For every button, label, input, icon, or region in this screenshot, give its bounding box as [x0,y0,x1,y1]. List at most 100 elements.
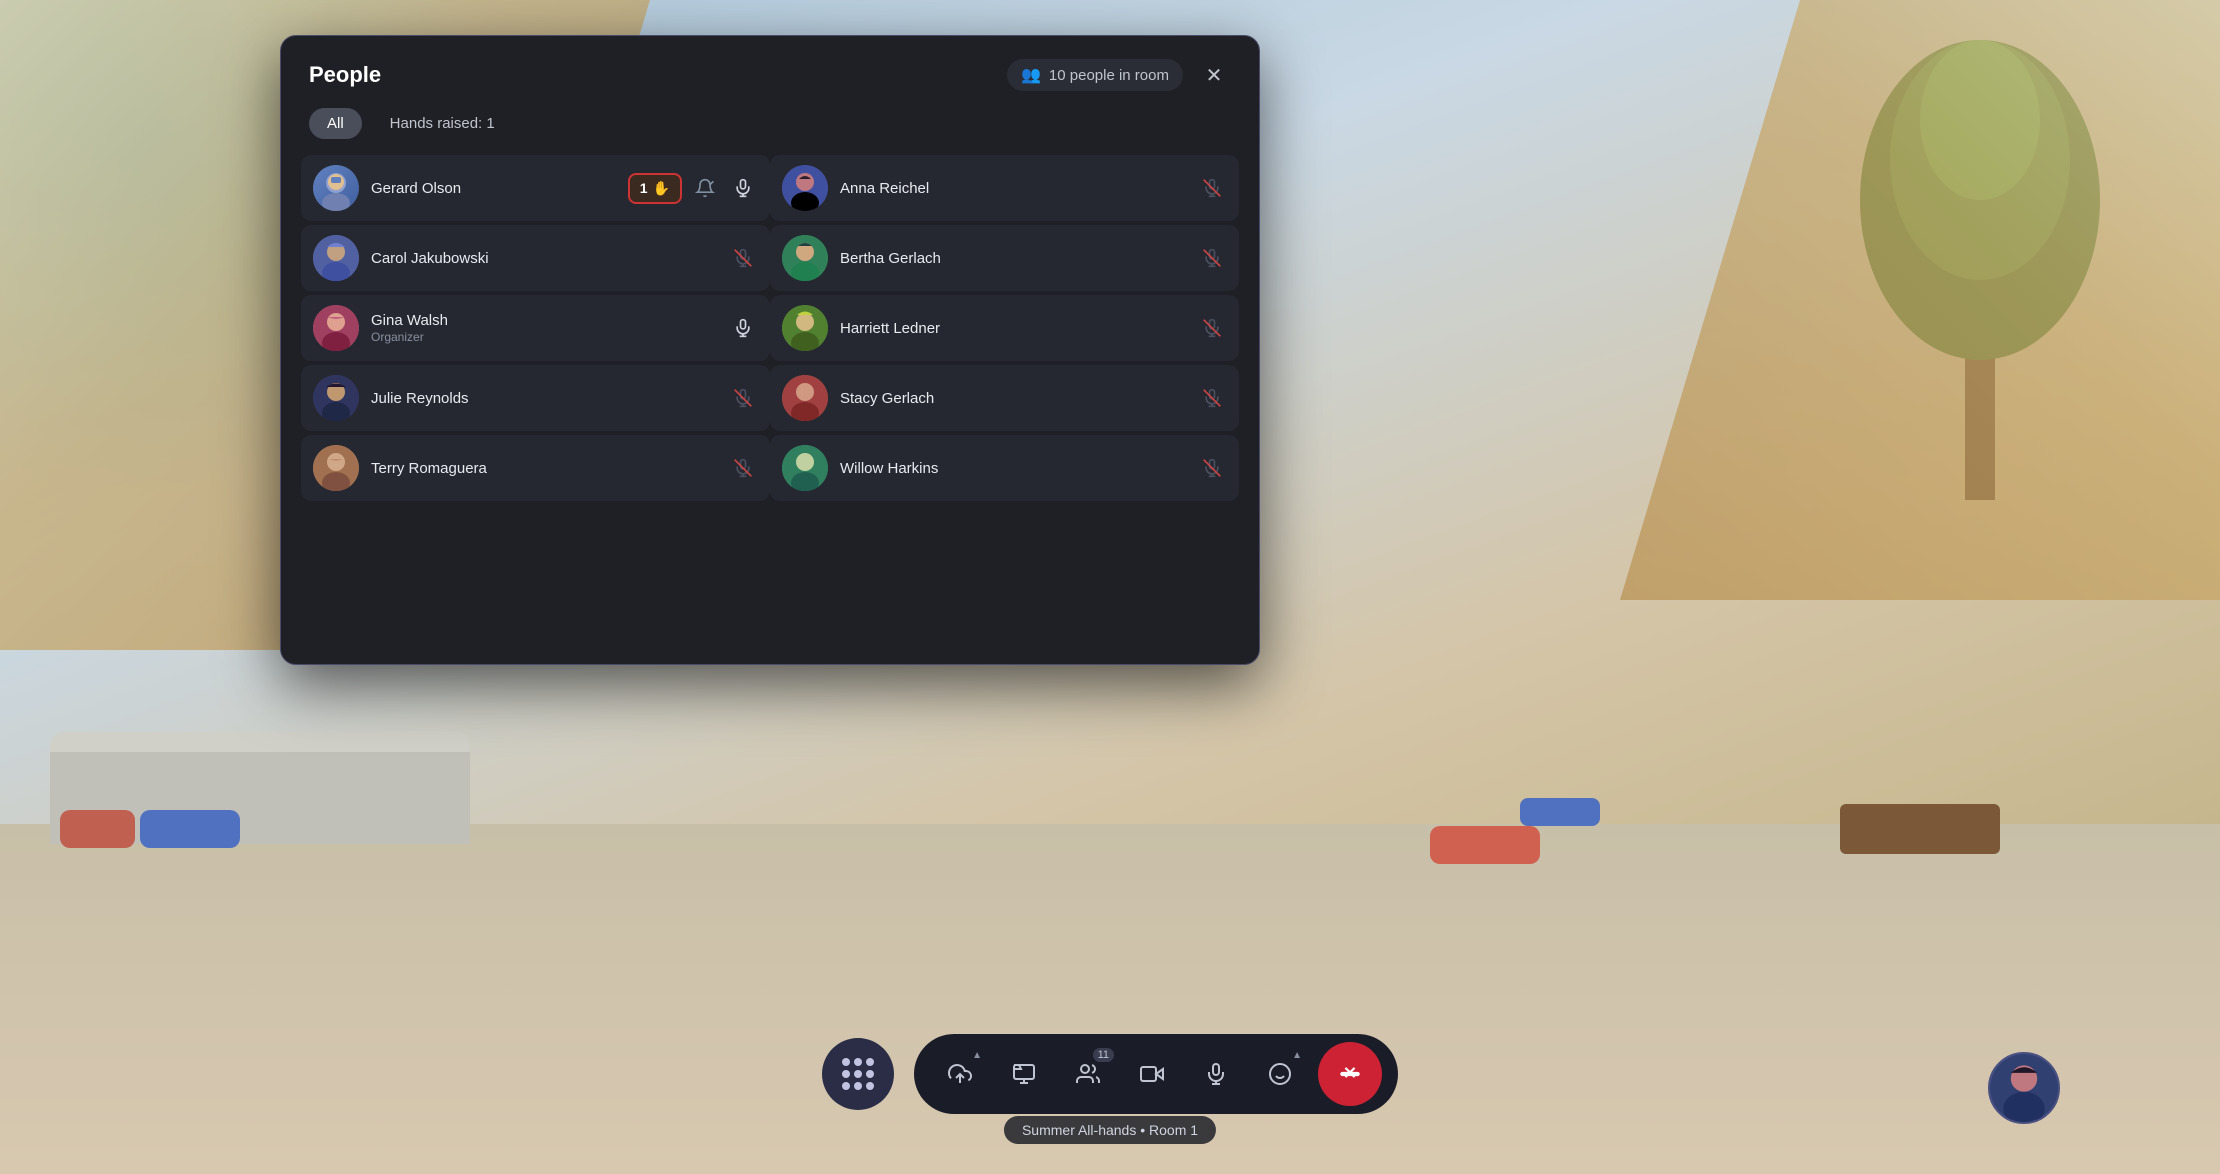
person-info-anna: Anna Reichel [840,180,1197,197]
person-info-gina: Gina Walsh Organizer [371,312,728,344]
person-name-terry: Terry Romaguera [371,460,728,477]
mic-icon-julie [728,383,758,413]
people-toolbar-icon [1076,1062,1100,1086]
bg-bench [1840,804,2000,854]
person-row-carol[interactable]: Carol Jakubowski [301,225,770,291]
bg-right-obj1 [1430,826,1540,864]
avatar-carol [313,235,359,281]
dialog-title: People [309,62,381,88]
mic-icon-gerard [728,173,758,203]
person-actions-stacy [1197,383,1227,413]
person-info-harriett: Harriett Ledner [840,320,1197,337]
mic-icon-stacy [1197,383,1227,413]
camera-icon [1140,1062,1164,1086]
reactions-up-chevron: ▲ [1292,1050,1302,1061]
avatar-willow [782,445,828,491]
mic-icon-willow [1197,453,1227,483]
mic-toolbar-button[interactable] [1186,1044,1246,1104]
room-label: Summer All-hands • Room 1 [1004,1116,1216,1144]
end-call-button[interactable] [1318,1042,1382,1106]
people-count-text: 10 people in room [1049,67,1169,84]
mic-icon-anna [1197,173,1227,203]
person-name-julie: Julie Reynolds [371,390,728,407]
person-info-bertha: Bertha Gerlach [840,250,1197,267]
emoji-icon [1268,1062,1292,1086]
bg-cushion-blue [140,810,240,848]
person-actions-gerard: 1 ✋ [628,173,758,204]
person-row-willow[interactable]: Willow Harkins [770,435,1239,501]
apps-button[interactable] [822,1038,894,1110]
person-row-anna[interactable]: Anna Reichel [770,155,1239,221]
avatar-julie [313,375,359,421]
person-actions-harriett [1197,313,1227,343]
people-button[interactable]: 11 [1058,1044,1118,1104]
share-up-chevron: ▲ [972,1050,982,1061]
bg-right-obj2 [1520,798,1600,826]
people-grid: Gerard Olson 1 ✋ [281,155,1259,505]
person-info-carol: Carol Jakubowski [371,250,728,267]
avatar-terry [313,445,359,491]
tabs-row: All Hands raised: 1 [281,108,1259,155]
content-button[interactable] [994,1044,1054,1104]
user-avatar[interactable] [1988,1052,2060,1124]
person-row-bertha[interactable]: Bertha Gerlach [770,225,1239,291]
person-name-stacy: Stacy Gerlach [840,390,1197,407]
content-icon [1012,1062,1036,1086]
share-button[interactable]: ▲ [930,1044,990,1104]
person-row-stacy[interactable]: Stacy Gerlach [770,365,1239,431]
person-name-harriett: Harriett Ledner [840,320,1197,337]
avatar-bertha [782,235,828,281]
reactions-button[interactable]: ▲ [1250,1044,1310,1104]
person-info-stacy: Stacy Gerlach [840,390,1197,407]
avatar-gina [313,305,359,351]
person-row-gina[interactable]: Gina Walsh Organizer [301,295,770,361]
mic-icon-terry [728,453,758,483]
person-actions-gina [728,313,758,343]
hand-raised-badge: 1 ✋ [628,173,682,204]
dialog-header-right: 👥 10 people in room ✕ [1007,58,1231,92]
person-info-gerard: Gerard Olson [371,180,628,197]
mic-toolbar-icon [1204,1062,1228,1086]
user-avatar-container [1988,1052,2060,1124]
room-info-text: Summer All-hands • Room 1 [1022,1122,1198,1138]
people-icon: 👥 [1021,65,1041,85]
person-actions-anna [1197,173,1227,203]
avatar-gerard [313,165,359,211]
bell-icon [690,173,720,203]
avatar-anna [782,165,828,211]
person-name-anna: Anna Reichel [840,180,1197,197]
bg-wall-right [1620,0,2220,600]
tab-hands-raised[interactable]: Hands raised: 1 [372,108,513,139]
mic-icon-gina [728,313,758,343]
person-name-carol: Carol Jakubowski [371,250,728,267]
person-name-willow: Willow Harkins [840,460,1197,477]
people-count-badge: 👥 10 people in room [1007,59,1183,91]
mic-icon-bertha [1197,243,1227,273]
person-actions-willow [1197,453,1227,483]
person-row-julie[interactable]: Julie Reynolds [301,365,770,431]
person-info-willow: Willow Harkins [840,460,1197,477]
close-button[interactable]: ✕ [1197,58,1231,92]
person-role-gina: Organizer [371,330,728,344]
hand-count: 1 [640,180,648,196]
mic-icon-harriett [1197,313,1227,343]
hand-emoji: ✋ [653,180,670,197]
tab-all[interactable]: All [309,108,362,139]
main-toolbar: ▲ 11 [914,1034,1398,1114]
avatar-harriett [782,305,828,351]
person-actions-julie [728,383,758,413]
person-name-gerard: Gerard Olson [371,180,628,197]
person-name-gina: Gina Walsh [371,312,728,329]
person-row-terry[interactable]: Terry Romaguera [301,435,770,501]
person-actions-carol [728,243,758,273]
people-dialog: People 👥 10 people in room ✕ All Hands r… [280,35,1260,665]
person-row-harriett[interactable]: Harriett Ledner [770,295,1239,361]
person-row-gerard[interactable]: Gerard Olson 1 ✋ [301,155,770,221]
camera-button[interactable] [1122,1044,1182,1104]
avatar-stacy [782,375,828,421]
mic-icon-carol [728,243,758,273]
dots-grid [842,1058,874,1090]
bottom-toolbar-container: ▲ 11 [822,1034,1398,1114]
person-actions-terry [728,453,758,483]
person-actions-bertha [1197,243,1227,273]
